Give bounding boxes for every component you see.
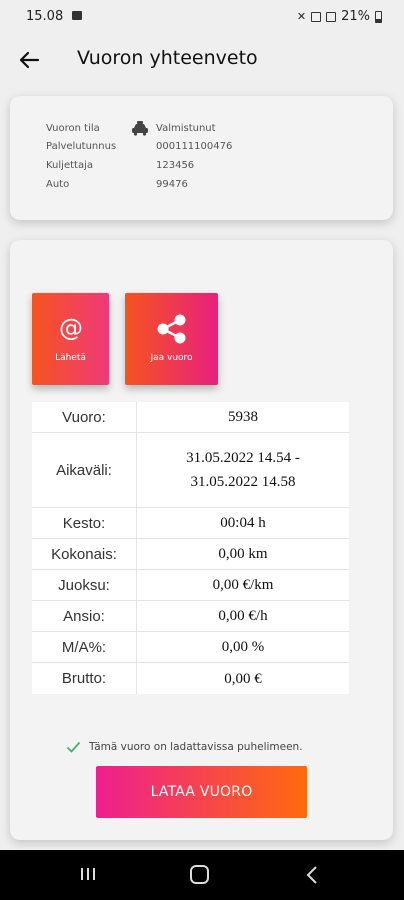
send-button-label: Lähetä <box>55 353 86 363</box>
download-shift-button[interactable]: LATAA VUORO <box>96 766 307 818</box>
row-label: M/A%: <box>32 632 137 662</box>
signal-icon <box>326 11 337 22</box>
checkmark-icon <box>66 741 81 753</box>
time-range-start: 31.05.2022 14.54 - <box>186 450 300 466</box>
email-at-icon: @ <box>59 315 83 341</box>
share-shift-button[interactable]: Jaa vuoro <box>125 293 218 385</box>
summary-value-status: Valmistunut <box>156 123 216 134</box>
time-range-end: 31.05.2022 14.58 <box>190 474 296 490</box>
shift-details-card: @ Lähetä Jaa vuoro Vuoro: 5938 Aikaväli:… <box>10 240 393 840</box>
page-title: Vuoron yhteenveto <box>77 47 258 69</box>
svg-text:@: @ <box>59 315 83 341</box>
row-label: Kokonais: <box>32 539 137 569</box>
row-label: Ansio: <box>32 601 137 631</box>
table-row: Kesto: 00:04 h <box>32 508 349 539</box>
app-bar: Vuoron yhteenveto <box>0 34 404 86</box>
home-icon[interactable] <box>190 865 209 884</box>
table-row: Ansio: 0,00 €/h <box>32 601 349 632</box>
summary-value-car: 99476 <box>156 179 188 190</box>
row-value: 0,00 km <box>218 546 268 562</box>
row-value: 0,00 €/km <box>212 577 274 593</box>
row-value: 0,00 € <box>224 670 262 687</box>
summary-label-status: Vuoron tila <box>46 123 100 134</box>
row-value: 00:04 h <box>220 515 266 531</box>
summary-label-driver: Kuljettaja <box>46 160 93 171</box>
summary-label-service-id: Palvelutunnus <box>46 141 117 152</box>
summary-value-service-id: 000111100476 <box>156 141 233 152</box>
row-label: Vuoro: <box>32 402 137 432</box>
row-label: Kesto: <box>32 508 137 538</box>
recent-apps-icon[interactable] <box>80 867 96 881</box>
row-label: Juoksu: <box>32 570 137 600</box>
status-bar: 15.08 ✕ 21% <box>0 0 404 34</box>
download-note: Tämä vuoro on ladattavissa puhelimeen. <box>66 741 303 753</box>
battery-icon <box>375 10 382 23</box>
status-icons: ✕ 21% <box>297 9 382 24</box>
download-note-text: Tämä vuoro on ladattavissa puhelimeen. <box>89 741 303 753</box>
table-row: Kokonais: 0,00 km <box>32 539 349 570</box>
row-value: 0,00 €/h <box>218 608 268 624</box>
table-row: Juoksu: 0,00 €/km <box>32 570 349 601</box>
system-nav-bar <box>0 850 404 900</box>
row-value: 0,00 % <box>221 639 265 655</box>
mute-icon: ✕ <box>296 10 307 23</box>
nav-back-icon[interactable] <box>306 865 318 885</box>
table-row: Brutto: 0,00 € <box>32 663 349 694</box>
summary-value-driver: 123456 <box>156 160 195 171</box>
wifi-icon <box>311 11 322 22</box>
row-label: Aikaväli: <box>32 433 137 507</box>
table-row: Aikaväli: 31.05.2022 14.54 - 31.05.2022 … <box>32 433 349 508</box>
shift-summary-card: Vuoron tila Valmistunut Palvelutunnus 00… <box>10 96 393 220</box>
send-button[interactable]: @ Lähetä <box>32 293 109 385</box>
table-row: Vuoro: 5938 <box>32 402 349 433</box>
taxi-icon <box>132 121 148 136</box>
battery-percent: 21% <box>341 9 370 24</box>
back-arrow-icon[interactable] <box>16 46 44 74</box>
table-row: M/A%: 0,00 % <box>32 632 349 663</box>
share-icon <box>157 314 185 344</box>
row-label: Brutto: <box>32 663 137 694</box>
gallery-notification-icon <box>72 11 82 20</box>
row-value: 31.05.2022 14.54 - 31.05.2022 14.58 <box>137 433 349 507</box>
row-value: 5938 <box>228 409 258 425</box>
shift-details-table: Vuoro: 5938 Aikaväli: 31.05.2022 14.54 -… <box>32 402 349 694</box>
summary-label-car: Auto <box>46 179 70 190</box>
status-time: 15.08 <box>26 9 64 24</box>
share-shift-button-label: Jaa vuoro <box>150 353 193 363</box>
